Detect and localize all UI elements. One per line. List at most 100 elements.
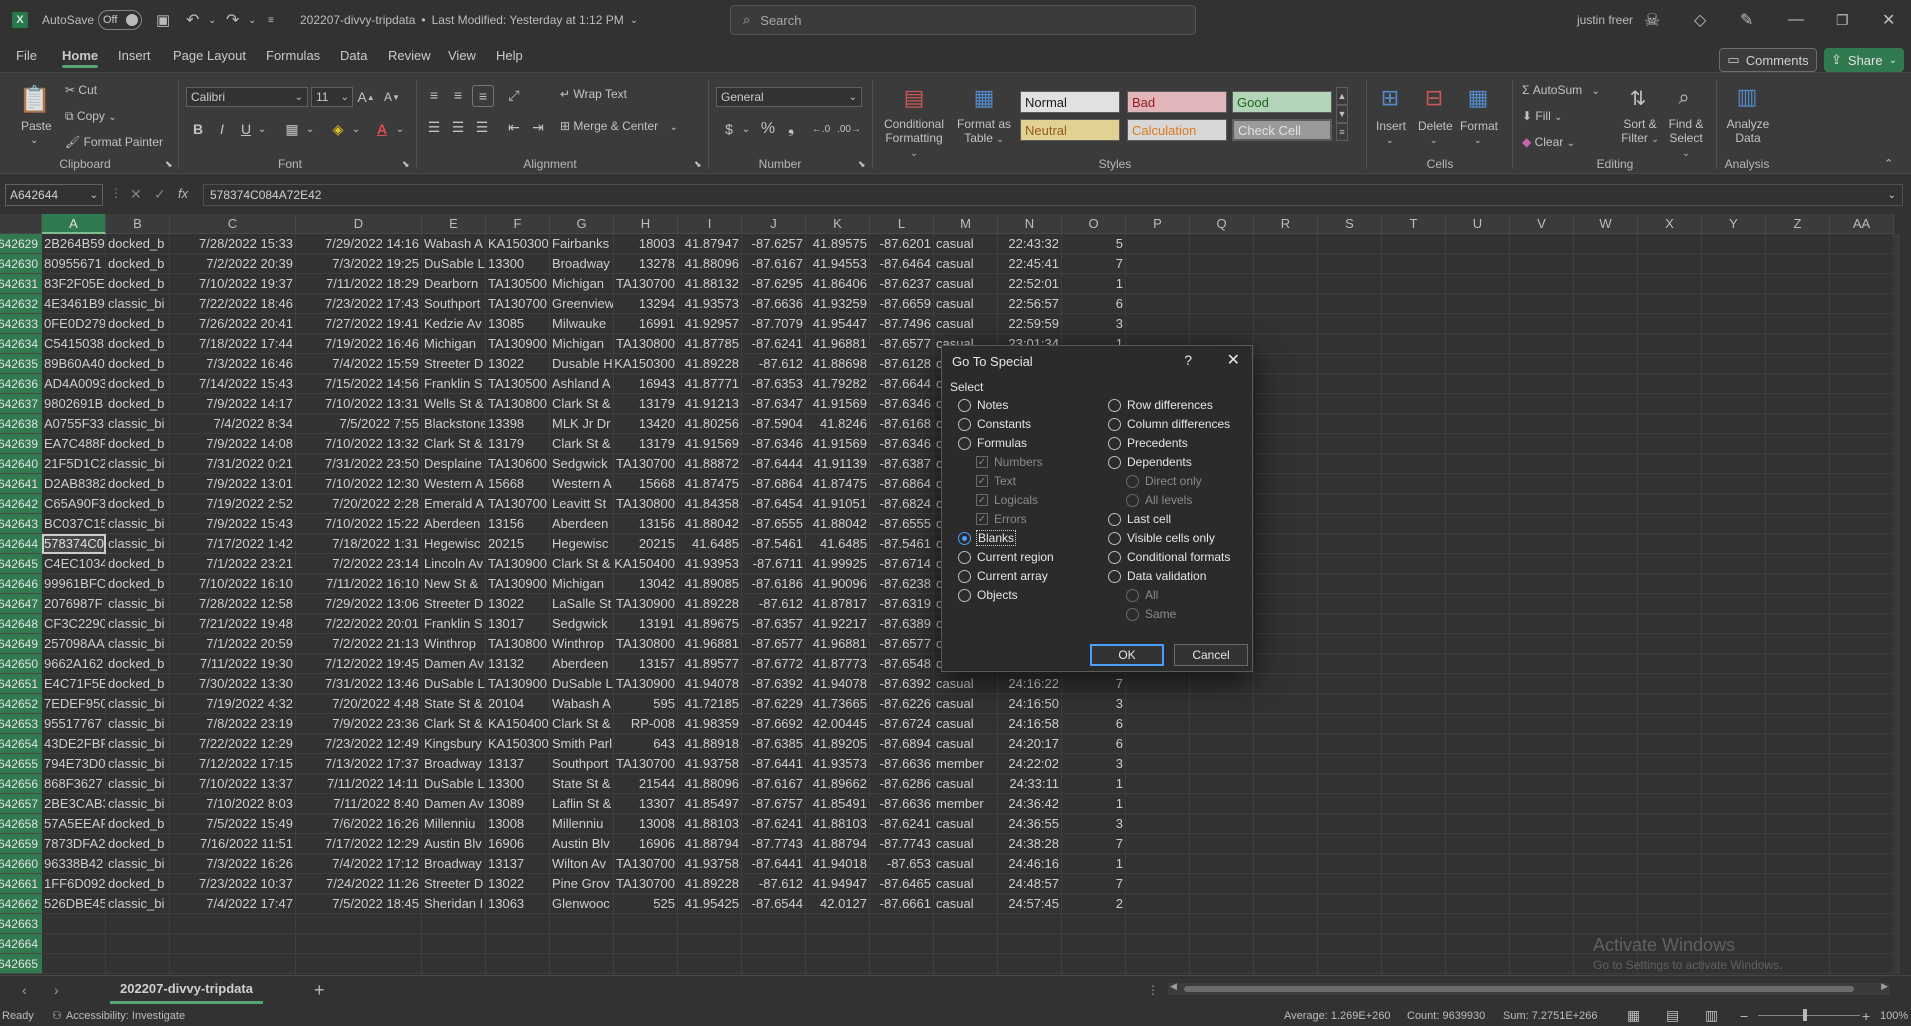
table-cell[interactable] — [1254, 314, 1318, 334]
format-painter-button[interactable]: 🖌 Format Painter — [65, 135, 163, 149]
cancel-button[interactable]: Cancel — [1174, 644, 1248, 666]
table-cell[interactable]: 13089 — [486, 794, 550, 814]
table-cell[interactable]: 99961BFC — [42, 574, 106, 594]
table-cell[interactable] — [1446, 314, 1510, 334]
table-cell[interactable] — [1638, 574, 1702, 594]
table-cell[interactable]: 41.93259 — [806, 294, 870, 314]
table-cell[interactable]: MLK Jr Dr — [550, 414, 614, 434]
table-cell[interactable] — [1702, 234, 1766, 254]
table-cell[interactable] — [1766, 734, 1830, 754]
table-cell[interactable]: -87.6661 — [870, 894, 934, 914]
table-cell[interactable]: Southport — [550, 754, 614, 774]
row-header[interactable]: 642654 — [0, 734, 42, 754]
option-current-array[interactable]: Current array — [958, 569, 1048, 583]
row-header[interactable]: 642665 — [0, 954, 42, 974]
table-cell[interactable] — [1638, 514, 1702, 534]
table-cell[interactable]: 41.87947 — [678, 234, 742, 254]
table-cell[interactable]: 7/5/2022 7:55 — [296, 414, 422, 434]
table-cell[interactable]: -87.6444 — [742, 454, 806, 474]
radio-row-differences[interactable] — [1108, 398, 1121, 412]
table-cell[interactable]: -87.6168 — [870, 414, 934, 434]
row-header[interactable]: 642653 — [0, 714, 42, 734]
table-cell[interactable]: TA130500 — [486, 274, 550, 294]
table-cell[interactable] — [1318, 554, 1382, 574]
table-cell[interactable] — [1830, 954, 1894, 974]
find-select-button[interactable]: Find & Select ⌄ — [1664, 117, 1708, 160]
table-cell[interactable] — [1382, 354, 1446, 374]
table-cell[interactable]: 9662A162 — [42, 654, 106, 674]
table-cell[interactable]: TA130900 — [486, 574, 550, 594]
table-cell[interactable] — [1446, 334, 1510, 354]
table-cell[interactable]: TA130700 — [614, 874, 678, 894]
row-header[interactable]: 642637 — [0, 394, 42, 414]
table-cell[interactable] — [934, 934, 998, 954]
table-cell[interactable] — [1382, 594, 1446, 614]
align-middle-icon[interactable]: ≡ — [448, 85, 468, 105]
table-cell[interactable] — [1702, 434, 1766, 454]
table-cell[interactable] — [1318, 434, 1382, 454]
table-cell[interactable]: 41.91051 — [806, 494, 870, 514]
status-count[interactable]: Count: 9639930 — [1407, 1005, 1485, 1026]
table-cell[interactable]: 7/12/2022 19:45 — [296, 654, 422, 674]
table-cell[interactable]: -87.6636 — [742, 294, 806, 314]
style-calculation[interactable]: Calculation — [1127, 119, 1227, 141]
undo-dropdown-icon[interactable]: ⌄ — [208, 0, 216, 40]
chevron-down-icon[interactable]: ⌄ — [1430, 135, 1438, 146]
comma-icon[interactable]: ❟ — [784, 119, 798, 139]
row-header[interactable]: 642635 — [0, 354, 42, 374]
option-data-validation[interactable]: Data validation — [1108, 569, 1206, 583]
table-cell[interactable] — [1830, 234, 1894, 254]
table-cell[interactable]: 526DBE45 — [42, 894, 106, 914]
table-cell[interactable] — [1702, 394, 1766, 414]
table-cell[interactable] — [1766, 814, 1830, 834]
table-cell[interactable] — [1574, 454, 1638, 474]
table-cell[interactable] — [1766, 374, 1830, 394]
table-cell[interactable] — [422, 914, 486, 934]
row-header[interactable]: 642655 — [0, 754, 42, 774]
table-cell[interactable] — [1830, 254, 1894, 274]
table-cell[interactable]: 16906 — [614, 834, 678, 854]
table-cell[interactable] — [1638, 294, 1702, 314]
table-cell[interactable] — [1766, 894, 1830, 914]
table-cell[interactable] — [1510, 274, 1574, 294]
row-header[interactable]: 642639 — [0, 434, 42, 454]
table-cell[interactable]: 578374C08 — [42, 534, 106, 554]
table-cell[interactable]: 41.87475 — [806, 474, 870, 494]
scroll-right-icon[interactable]: ▶ — [1881, 981, 1888, 992]
table-cell[interactable]: Damen Av — [422, 794, 486, 814]
table-cell[interactable] — [486, 954, 550, 974]
table-cell[interactable] — [1702, 694, 1766, 714]
table-cell[interactable]: docked_b — [106, 254, 170, 274]
table-cell[interactable] — [1318, 494, 1382, 514]
table-cell[interactable] — [1702, 634, 1766, 654]
table-cell[interactable]: classic_bi — [106, 694, 170, 714]
menu-review[interactable]: Review — [388, 40, 431, 70]
table-cell[interactable]: 41.89228 — [678, 594, 742, 614]
table-cell[interactable]: 15668 — [614, 474, 678, 494]
table-cell[interactable]: Emerald A — [422, 494, 486, 514]
table-cell[interactable] — [1446, 814, 1510, 834]
table-cell[interactable]: 7/1/2022 20:59 — [170, 634, 296, 654]
table-cell[interactable]: 41.94947 — [806, 874, 870, 894]
table-cell[interactable]: -87.6548 — [870, 654, 934, 674]
chevron-down-icon[interactable]: ⌄ — [1386, 135, 1394, 146]
table-cell[interactable] — [1382, 414, 1446, 434]
table-cell[interactable]: 7 — [1062, 834, 1126, 854]
table-cell[interactable]: 41.88794 — [806, 834, 870, 854]
table-cell[interactable]: 41.86406 — [806, 274, 870, 294]
table-cell[interactable] — [998, 954, 1062, 974]
autosum-button[interactable]: Σ AutoSum ⌄ — [1522, 83, 1600, 97]
table-cell[interactable] — [1766, 534, 1830, 554]
table-cell[interactable] — [1510, 454, 1574, 474]
table-cell[interactable]: classic_bi — [106, 614, 170, 634]
table-cell[interactable] — [1510, 674, 1574, 694]
table-cell[interactable] — [1126, 834, 1190, 854]
table-cell[interactable]: -87.6201 — [870, 234, 934, 254]
table-cell[interactable] — [1382, 774, 1446, 794]
table-cell[interactable] — [1638, 714, 1702, 734]
table-cell[interactable]: 41.95425 — [678, 894, 742, 914]
table-cell[interactable]: 83F2F05E — [42, 274, 106, 294]
table-cell[interactable] — [1702, 514, 1766, 534]
table-cell[interactable] — [1382, 654, 1446, 674]
table-cell[interactable] — [1190, 714, 1254, 734]
